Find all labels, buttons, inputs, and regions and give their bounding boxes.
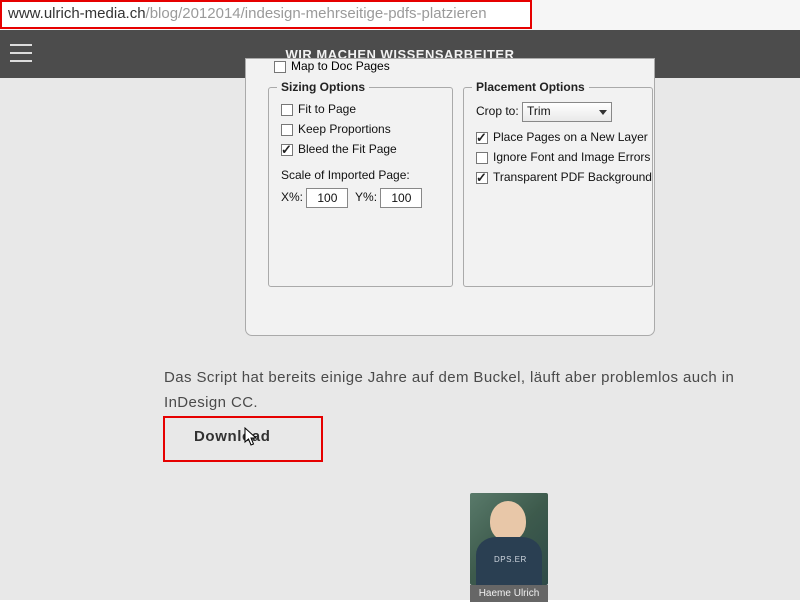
author-shirt-text: DPS.ER: [494, 555, 527, 564]
transparent-bg-option[interactable]: Transparent PDF Background: [476, 170, 652, 184]
menu-icon[interactable]: [10, 44, 32, 62]
bleed-fit-option[interactable]: Bleed the Fit Page: [281, 142, 397, 156]
scale-label: Scale of Imported Page:: [281, 168, 410, 182]
page-body: Map to Doc Pages Sizing Options Fit to P…: [0, 78, 800, 600]
placement-options-group: Placement Options Crop to: Trim Place Pa…: [463, 87, 653, 287]
map-to-doc-option[interactable]: Map to Doc Pages: [274, 59, 390, 73]
fit-to-page-option[interactable]: Fit to Page: [281, 102, 356, 116]
download-link[interactable]: Download: [194, 428, 270, 445]
article-paragraph: Das Script hat bereits einige Jahre auf …: [164, 366, 764, 416]
checkbox-icon[interactable]: [281, 124, 293, 136]
sizing-legend: Sizing Options: [277, 80, 369, 94]
new-layer-option[interactable]: Place Pages on a New Layer: [476, 130, 648, 144]
crop-to-label: Crop to:: [476, 104, 519, 118]
checkbox-checked-icon[interactable]: [476, 132, 488, 144]
map-to-doc-label: Map to Doc Pages: [291, 59, 390, 73]
indesign-dialog: Map to Doc Pages Sizing Options Fit to P…: [245, 58, 655, 336]
checkbox-icon[interactable]: [281, 104, 293, 116]
author-card[interactable]: DPS.ER Haeme Ulrich: [470, 493, 548, 602]
scale-x-row: X%: 100 Y%: 100: [281, 188, 422, 208]
checkbox-checked-icon[interactable]: [476, 172, 488, 184]
sizing-options-group: Sizing Options Fit to Page Keep Proporti…: [268, 87, 453, 287]
url-path: /blog/2012014/indesign-mehrseitige-pdfs-…: [146, 5, 487, 22]
x-label: X%:: [281, 190, 303, 204]
ignore-font-option[interactable]: Ignore Font and Image Errors: [476, 150, 650, 164]
address-bar-text[interactable]: www.ulrich-media.ch/blog/2012014/indesig…: [8, 5, 487, 22]
crop-to-row: Crop to: Trim: [476, 102, 612, 122]
keep-proportions-option[interactable]: Keep Proportions: [281, 122, 391, 136]
y-label: Y%:: [355, 190, 377, 204]
url-host: www.ulrich-media.ch: [8, 5, 146, 22]
address-bar: www.ulrich-media.ch/blog/2012014/indesig…: [0, 0, 800, 30]
author-name: Haeme Ulrich: [470, 585, 548, 602]
checkbox-icon[interactable]: [476, 152, 488, 164]
placement-legend: Placement Options: [472, 80, 589, 94]
author-photo: DPS.ER: [470, 493, 548, 585]
x-percent-field[interactable]: 100: [306, 188, 348, 208]
y-percent-field[interactable]: 100: [380, 188, 422, 208]
checkbox-checked-icon[interactable]: [281, 144, 293, 156]
checkbox-icon[interactable]: [274, 61, 286, 73]
crop-to-select[interactable]: Trim: [522, 102, 612, 122]
